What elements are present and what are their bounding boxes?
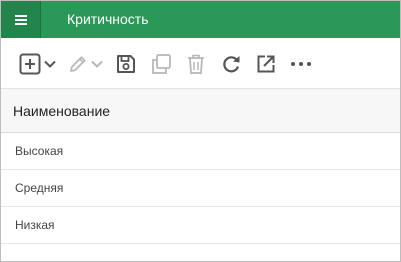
- grid-body: Высокая Средняя Низкая: [1, 133, 400, 261]
- save-icon: [117, 55, 135, 73]
- delete-button[interactable]: [185, 53, 207, 75]
- save-button[interactable]: [115, 53, 137, 75]
- title-separator: [40, 1, 41, 38]
- open-external-button[interactable]: [255, 53, 277, 75]
- column-header-name[interactable]: Наименование: [13, 103, 110, 120]
- edit-button[interactable]: [65, 53, 105, 75]
- menu-button[interactable]: [1, 1, 40, 38]
- copy-icon: [152, 54, 171, 74]
- refresh-button[interactable]: [220, 53, 242, 75]
- grid-header: Наименование: [1, 89, 400, 133]
- toolbar: [1, 38, 400, 89]
- trash-icon: [188, 54, 204, 74]
- copy-button[interactable]: [150, 53, 172, 75]
- chevron-down-icon: [43, 60, 56, 68]
- add-icon: [19, 53, 40, 75]
- table-row[interactable]: Средняя: [1, 170, 400, 207]
- title-bar: Критичность: [1, 1, 400, 38]
- more-icon: [291, 62, 311, 66]
- add-button[interactable]: [16, 53, 58, 75]
- hamburger-menu-icon: [14, 14, 27, 25]
- open-external-icon: [257, 55, 275, 73]
- edit-icon: [70, 56, 86, 72]
- more-button[interactable]: [290, 53, 312, 75]
- table-cell: Средняя: [15, 181, 64, 195]
- catalog-window: Критичность Наименование Высокая Средняя…: [0, 0, 401, 262]
- chevron-down-icon: [91, 60, 103, 68]
- table-row[interactable]: Высокая: [1, 133, 400, 170]
- table-cell: Низкая: [15, 218, 55, 232]
- table-row[interactable]: Низкая: [1, 207, 400, 244]
- refresh-icon: [223, 56, 240, 73]
- table-cell: Высокая: [15, 144, 64, 158]
- window-title: Критичность: [67, 11, 149, 27]
